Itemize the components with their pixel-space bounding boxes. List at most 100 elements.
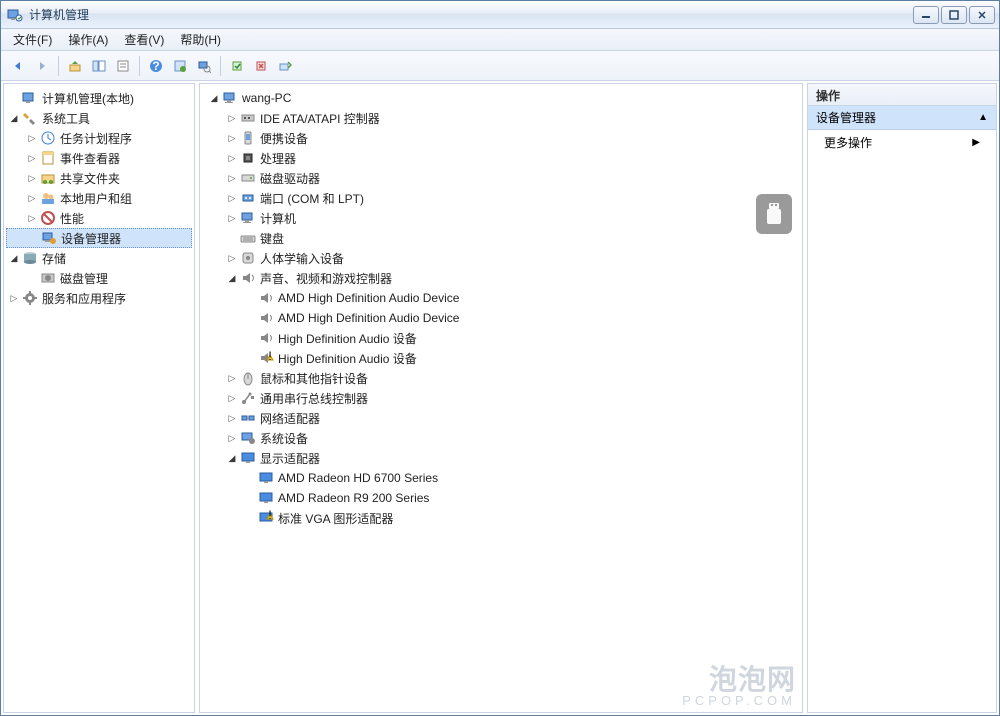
collapse-icon[interactable]: ◢ [8, 112, 20, 124]
tree-node[interactable]: ◢ 声音、视频和游戏控制器 [202, 268, 800, 288]
tree-node[interactable]: 设备管理器 [6, 228, 192, 248]
tree-node[interactable]: ▷共享文件夹 [6, 168, 192, 188]
help-button[interactable]: ? [145, 55, 167, 77]
tree-node-label: 计算机管理(本地) [42, 90, 134, 107]
tree-node[interactable]: ▷ 计算机 [202, 208, 800, 228]
expand-icon[interactable]: ▷ [226, 392, 238, 404]
cdrom-icon [240, 170, 256, 186]
tree-node[interactable]: ▷人体学输入设备 [202, 248, 800, 268]
tree-node-label: 声音、视频和游戏控制器 [260, 270, 392, 287]
collapse-icon[interactable]: ◢ [226, 272, 238, 284]
perf-icon [40, 210, 56, 226]
tree-node[interactable]: ▷性能 [6, 208, 192, 228]
sound-icon [258, 290, 274, 306]
menu-action[interactable]: 操作(A) [60, 29, 116, 50]
expand-icon[interactable]: ▷ [26, 192, 38, 204]
tree-node-label: 计算机 [260, 210, 296, 227]
tree-node[interactable]: 磁盘管理 [6, 268, 192, 288]
tree-node-label: wang-PC [242, 91, 291, 105]
minimize-button[interactable] [913, 6, 939, 24]
expand-icon[interactable]: ▷ [226, 212, 238, 224]
refresh-button[interactable] [169, 55, 191, 77]
expand-icon[interactable]: ▷ [226, 172, 238, 184]
show-hide-tree-button[interactable] [88, 55, 110, 77]
tools-icon [22, 110, 38, 126]
expand-icon[interactable]: ▷ [26, 212, 38, 224]
tree-node[interactable]: 键盘 [202, 228, 800, 248]
actions-more[interactable]: 更多操作 ▶ [808, 130, 996, 155]
expand-icon[interactable]: ▷ [226, 412, 238, 424]
tree-node[interactable]: ▷便携设备 [202, 128, 800, 148]
menu-file[interactable]: 文件(F) [5, 29, 60, 50]
collapse-icon[interactable]: ◢ [208, 92, 220, 104]
tree-node[interactable]: ▷事件查看器 [6, 148, 192, 168]
tree-node[interactable]: AMD High Definition Audio Device [202, 308, 800, 328]
usb-notification-icon[interactable] [756, 194, 792, 234]
tree-node[interactable]: ◢ 存储 [6, 248, 192, 268]
watermark-text2: PCPOP.COM [682, 694, 796, 708]
forward-button[interactable] [31, 55, 53, 77]
expand-icon[interactable]: ▷ [26, 172, 38, 184]
expand-icon[interactable]: ▷ [26, 132, 38, 144]
enable-device-button[interactable] [226, 55, 248, 77]
up-button[interactable] [64, 55, 86, 77]
menu-help[interactable]: 帮助(H) [172, 29, 229, 50]
tree-node-label: 鼠标和其他指针设备 [260, 370, 368, 387]
tree-node[interactable]: !标准 VGA 图形适配器 [202, 508, 800, 528]
tree-node[interactable]: ▷ 任务计划程序 [6, 128, 192, 148]
expand-icon[interactable]: ▷ [226, 252, 238, 264]
expand-icon[interactable]: ▷ [8, 292, 20, 304]
tree-node[interactable]: ▷网络适配器 [202, 408, 800, 428]
tree-node[interactable]: ▷ 端口 (COM 和 LPT) [202, 188, 800, 208]
tree-node[interactable]: ▷ 鼠标和其他指针设备 [202, 368, 800, 388]
actions-more-label: 更多操作 [824, 134, 872, 151]
tree-node[interactable]: ▷IDE ATA/ATAPI 控制器 [202, 108, 800, 128]
tree-node-label: 存储 [42, 250, 66, 267]
back-button[interactable] [7, 55, 29, 77]
expand-icon[interactable]: ▷ [226, 432, 238, 444]
tree-node-label: 端口 (COM 和 LPT) [260, 190, 364, 207]
menubar: 文件(F) 操作(A) 查看(V) 帮助(H) [1, 29, 999, 51]
device-tree[interactable]: ◢ wang-PC ▷IDE ATA/ATAPI 控制器▷便携设备▷处理器▷磁盘驱动… [200, 84, 802, 532]
network-icon [240, 410, 256, 426]
update-driver-button[interactable] [274, 55, 296, 77]
tree-node[interactable]: AMD High Definition Audio Device [202, 288, 800, 308]
sound-icon [258, 310, 274, 326]
expand-icon[interactable]: ▷ [26, 152, 38, 164]
menu-view[interactable]: 查看(V) [116, 29, 172, 50]
expand-icon[interactable]: ▷ [226, 372, 238, 384]
expand-icon[interactable]: ▷ [226, 192, 238, 204]
expand-icon[interactable]: ▷ [226, 112, 238, 124]
tree-node[interactable]: ▷本地用户和组 [6, 188, 192, 208]
collapse-icon[interactable]: ◢ [226, 452, 238, 464]
tree-node[interactable]: ▷磁盘驱动器 [202, 168, 800, 188]
tree-node-label: 标准 VGA 图形适配器 [278, 510, 393, 527]
tree-node[interactable]: ◢系统工具 [6, 108, 192, 128]
collapse-icon[interactable]: ◢ [8, 252, 20, 264]
scan-button[interactable] [193, 55, 215, 77]
actions-section[interactable]: 设备管理器 ▲ [808, 106, 996, 130]
tree-node-label: 任务计划程序 [60, 130, 132, 147]
maximize-button[interactable] [941, 6, 967, 24]
toolbar: ? [1, 51, 999, 81]
tree-node[interactable]: AMD Radeon HD 6700 Series [202, 468, 800, 488]
tree-node[interactable]: ▷通用串行总线控制器 [202, 388, 800, 408]
expand-icon[interactable]: ▷ [226, 132, 238, 144]
console-tree[interactable]: 计算机管理(本地)◢系统工具 ▷ 任务计划程序▷事件查看器▷共享文件夹▷本地用户和组… [4, 84, 194, 312]
properties-button[interactable] [112, 55, 134, 77]
close-button[interactable] [969, 6, 995, 24]
tree-node[interactable]: 计算机管理(本地) [6, 88, 192, 108]
disable-device-button[interactable] [250, 55, 272, 77]
tree-node[interactable]: ◢ wang-PC [202, 88, 800, 108]
actions-pane: 操作 设备管理器 ▲ 更多操作 ▶ [807, 83, 997, 713]
expand-icon[interactable]: ▷ [226, 152, 238, 164]
tree-node[interactable]: High Definition Audio 设备 [202, 328, 800, 348]
tree-node[interactable]: ▷服务和应用程序 [6, 288, 192, 308]
cpu-icon [240, 150, 256, 166]
tree-node[interactable]: !High Definition Audio 设备 [202, 348, 800, 368]
tree-node[interactable]: ▷处理器 [202, 148, 800, 168]
tree-node[interactable]: ◢显示适配器 [202, 448, 800, 468]
tree-node-label: 键盘 [260, 230, 284, 247]
tree-node[interactable]: ▷系统设备 [202, 428, 800, 448]
tree-node[interactable]: AMD Radeon R9 200 Series [202, 488, 800, 508]
